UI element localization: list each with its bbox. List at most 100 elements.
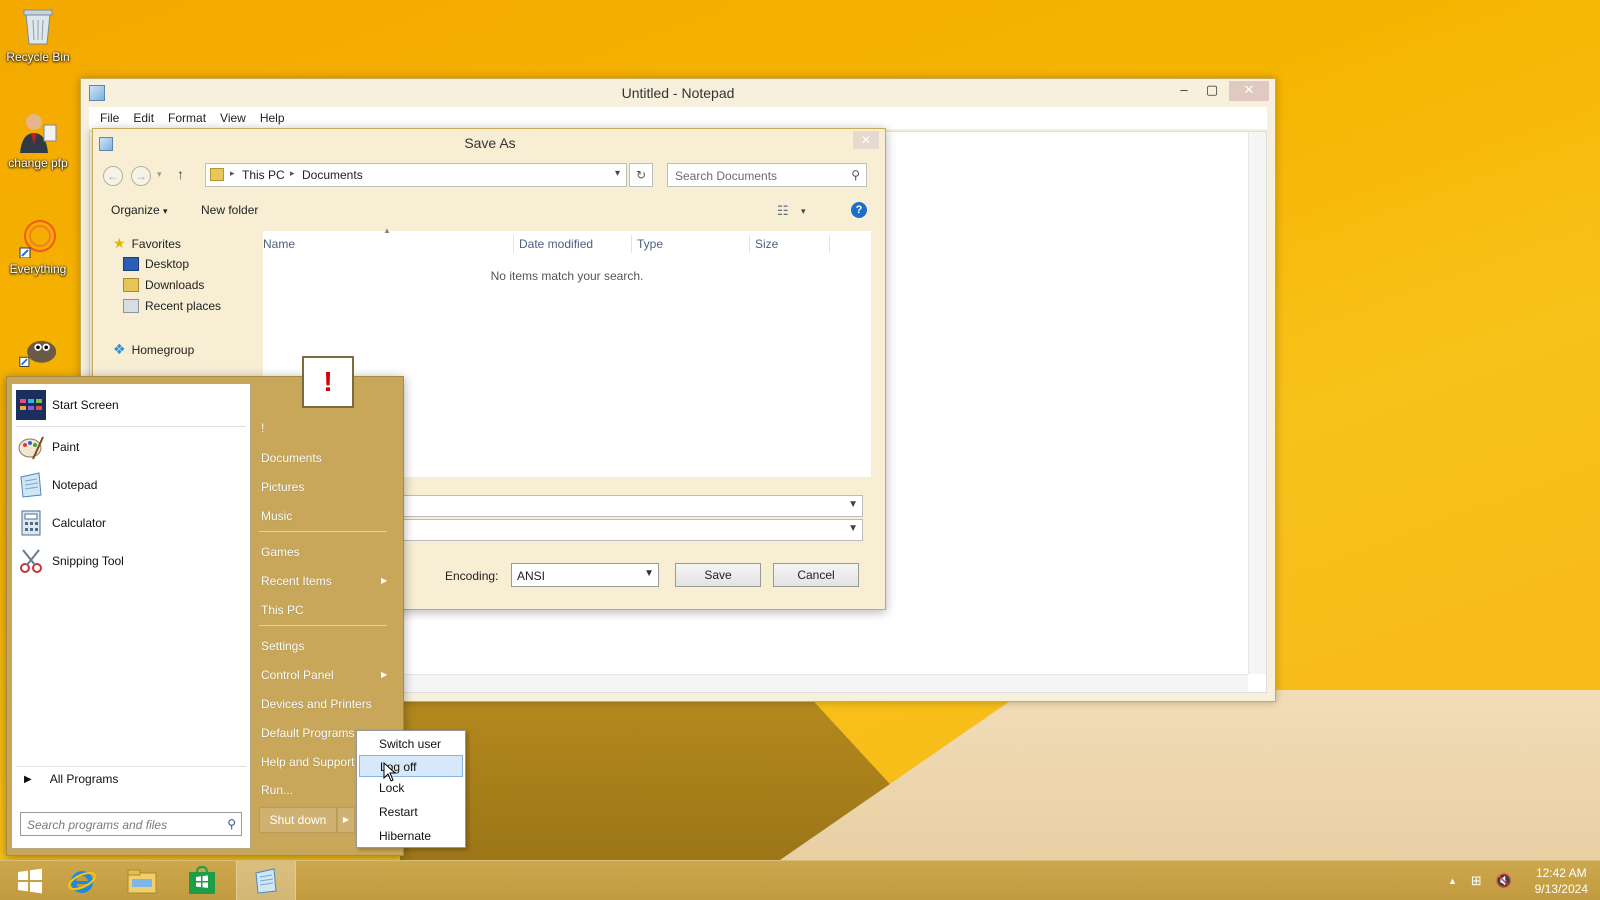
- start-right-pictures[interactable]: Pictures: [261, 480, 304, 494]
- menu-view[interactable]: View: [213, 111, 253, 125]
- start-right-games[interactable]: Games: [261, 545, 300, 559]
- start-right-user[interactable]: !: [261, 421, 264, 435]
- start-right-recent-items[interactable]: Recent Items: [261, 574, 332, 588]
- chevron-down-icon[interactable]: ▾: [615, 168, 620, 179]
- start-right-default-programs[interactable]: Default Programs: [261, 726, 354, 740]
- network-icon[interactable]: ⊞: [1471, 873, 1482, 889]
- menu-format[interactable]: Format: [161, 111, 213, 125]
- notepad-taskbar-button[interactable]: [236, 861, 296, 900]
- start-right-run[interactable]: Run...: [261, 783, 293, 797]
- view-options-icon[interactable]: ☷: [777, 203, 789, 219]
- windows-logo-icon: [18, 868, 42, 894]
- breadcrumb-documents[interactable]: Documents: [302, 168, 363, 182]
- new-folder-button[interactable]: New folder: [201, 203, 258, 217]
- start-right-control-panel[interactable]: Control Panel: [261, 668, 334, 682]
- shut-down-submenu[interactable]: Switch user Log off Lock Restart Hiberna…: [356, 730, 466, 848]
- start-item-snipping-tool[interactable]: Snipping Tool: [16, 544, 124, 578]
- search-input[interactable]: Search Documents ⚲: [667, 163, 867, 187]
- column-date-modified[interactable]: Date modified: [519, 237, 593, 251]
- option-hibernate[interactable]: Hibernate: [359, 825, 463, 847]
- start-menu[interactable]: Start Screen Paint Notepad Calculator Sn…: [6, 376, 404, 856]
- user-tile[interactable]: !: [302, 356, 354, 408]
- column-size[interactable]: Size: [755, 237, 778, 251]
- divider: [259, 531, 387, 532]
- nav-downloads[interactable]: Downloads: [123, 278, 204, 292]
- taskbar-clock[interactable]: 12:42 AM 9/13/2024: [1535, 865, 1588, 897]
- back-arrow-icon[interactable]: ←: [103, 166, 123, 186]
- nav-favorites[interactable]: ★ Favorites: [113, 235, 181, 252]
- organize-button[interactable]: Organize ▾: [111, 203, 168, 217]
- store-button[interactable]: [172, 861, 232, 900]
- breadcrumb-this-pc[interactable]: This PC: [242, 168, 285, 182]
- start-item-paint[interactable]: Paint: [16, 430, 79, 464]
- close-button[interactable]: ✕: [1229, 81, 1269, 101]
- save-as-type-field[interactable]: ▼: [393, 519, 863, 541]
- menu-help[interactable]: Help: [253, 111, 292, 125]
- start-right-documents[interactable]: Documents: [261, 451, 322, 465]
- option-lock[interactable]: Lock: [359, 777, 463, 799]
- desktop-icon-everything[interactable]: Everything: [2, 218, 74, 276]
- recycle-bin-icon: [18, 6, 58, 46]
- clock-time: 12:42 AM: [1535, 866, 1587, 880]
- volume-muted-icon[interactable]: 🔇: [1496, 873, 1512, 889]
- option-restart[interactable]: Restart: [359, 801, 463, 823]
- nav-downloads-label: Downloads: [145, 278, 205, 292]
- menu-edit[interactable]: Edit: [126, 111, 161, 125]
- help-icon[interactable]: ?: [851, 202, 867, 218]
- start-right-settings[interactable]: Settings: [261, 639, 304, 653]
- mouse-cursor-icon: [383, 762, 397, 782]
- refresh-button[interactable]: ↻: [629, 163, 653, 187]
- downloads-icon: [123, 278, 139, 292]
- start-right-music[interactable]: Music: [261, 509, 292, 523]
- column-type[interactable]: Type: [637, 237, 663, 251]
- start-item-label: Paint: [52, 440, 80, 454]
- desktop-icon-recycle-bin[interactable]: Recycle Bin: [2, 6, 74, 64]
- chevron-right-icon: ▶: [24, 773, 32, 785]
- menu-file[interactable]: File: [93, 111, 126, 125]
- start-item-notepad[interactable]: Notepad: [16, 468, 97, 502]
- up-arrow-icon[interactable]: ↑: [177, 166, 184, 182]
- vertical-scrollbar[interactable]: [1248, 132, 1266, 674]
- start-button[interactable]: [0, 861, 60, 900]
- desktop-icon-gimp[interactable]: [2, 330, 74, 374]
- internet-explorer-icon: [68, 871, 96, 893]
- shut-down-options-button[interactable]: ▶: [337, 807, 355, 833]
- notepad-titlebar[interactable]: Untitled - Notepad – ▢ ✕: [81, 79, 1275, 107]
- start-right-help[interactable]: Help and Support: [261, 755, 354, 769]
- cancel-button[interactable]: Cancel: [773, 563, 859, 587]
- option-switch-user[interactable]: Switch user: [359, 733, 463, 755]
- option-log-off[interactable]: Log off: [359, 755, 463, 777]
- save-button[interactable]: Save: [675, 563, 761, 587]
- maximize-button[interactable]: ▢: [1199, 81, 1225, 101]
- chevron-down-icon[interactable]: ▾: [801, 206, 806, 217]
- forward-arrow-icon[interactable]: →: [131, 166, 151, 186]
- internet-explorer-button[interactable]: [52, 861, 112, 900]
- address-row: ← → ▾ ↑ ▸ This PC ▸ Documents ▾ ↻ Search…: [101, 163, 877, 189]
- nav-desktop[interactable]: Desktop: [123, 257, 189, 271]
- start-right-devices[interactable]: Devices and Printers: [261, 697, 372, 711]
- shut-down-button[interactable]: Shut down: [259, 807, 337, 833]
- column-separator: [749, 235, 750, 253]
- minimize-button[interactable]: –: [1171, 81, 1197, 101]
- chevron-down-icon[interactable]: ▾: [157, 169, 162, 180]
- start-item-calculator[interactable]: Calculator: [16, 506, 106, 540]
- encoding-select[interactable]: ANSI ▼: [511, 563, 659, 587]
- chevron-down-icon[interactable]: ▼: [848, 523, 858, 534]
- all-programs-button[interactable]: ▶ All Programs: [24, 772, 118, 786]
- file-explorer-button[interactable]: [112, 861, 172, 900]
- file-name-field[interactable]: ▼: [393, 495, 863, 517]
- show-hidden-icons-icon[interactable]: ▲: [1448, 876, 1457, 886]
- system-tray: ▲ ⊞ 🔇: [1448, 861, 1512, 900]
- desktop-icon: [123, 257, 139, 271]
- start-search-input[interactable]: Search programs and files ⚲: [20, 812, 242, 836]
- nav-recent-places[interactable]: Recent places: [123, 299, 221, 313]
- start-right-this-pc[interactable]: This PC: [261, 603, 304, 617]
- column-name[interactable]: Name: [263, 237, 295, 251]
- desktop-icon-change-pfp[interactable]: change pfp: [2, 112, 74, 170]
- chevron-down-icon[interactable]: ▼: [848, 499, 858, 510]
- start-item-start-screen[interactable]: Start Screen: [16, 388, 119, 422]
- nav-homegroup[interactable]: ❖ Homegroup: [113, 341, 194, 358]
- dialog-close-button[interactable]: ✕: [853, 131, 879, 149]
- search-icon: ⚲: [851, 168, 860, 182]
- address-bar[interactable]: ▸ This PC ▸ Documents ▾: [205, 163, 627, 187]
